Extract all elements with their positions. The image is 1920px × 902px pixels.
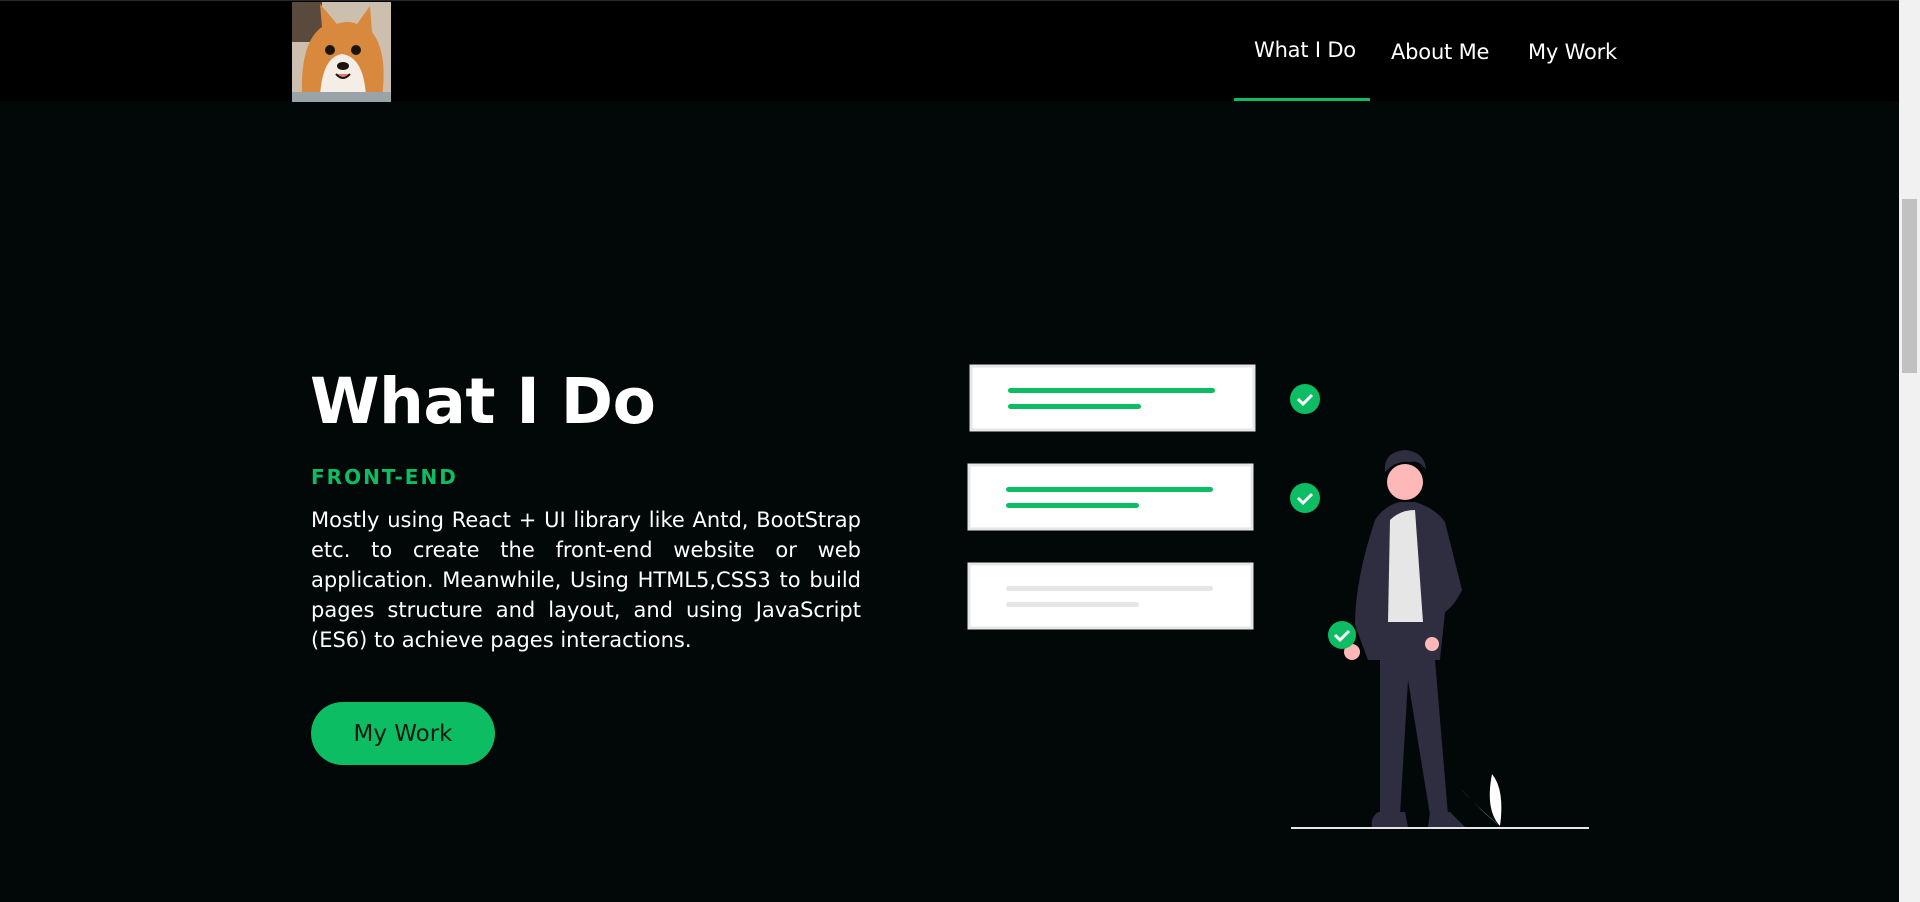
checklist-card-3: [967, 562, 1254, 630]
section-subtitle: FRONT-END: [311, 465, 458, 489]
top-navbar: What I Do About Me My Work: [0, 0, 1899, 102]
nav-what-i-do[interactable]: What I Do: [1254, 38, 1356, 62]
nav-my-work[interactable]: My Work: [1528, 40, 1617, 64]
check-circle-icon: [1290, 483, 1320, 513]
scrollbar-thumb[interactable]: [1902, 199, 1917, 373]
logo-avatar[interactable]: [292, 2, 391, 102]
ground-line: [1291, 827, 1589, 829]
shiba-avatar-icon: [292, 2, 391, 102]
page-title: What I Do: [310, 365, 656, 438]
checklist-card-2: [967, 463, 1254, 531]
person-figure: [1344, 450, 1465, 827]
check-circle-icon: [1328, 621, 1356, 649]
check-circle-icon: [1290, 384, 1320, 414]
my-work-button[interactable]: My Work: [311, 702, 495, 765]
checklist-card-1: [969, 364, 1256, 432]
checklist-person-illustration: [967, 364, 1589, 829]
nav-active-indicator: [1234, 98, 1370, 101]
leaf-icon: [1460, 774, 1502, 826]
scrollbar-track[interactable]: [1899, 0, 1920, 902]
nav-about-me[interactable]: About Me: [1391, 40, 1489, 64]
illustration: [960, 360, 1600, 844]
description-text: Mostly using React + UI library like Ant…: [311, 508, 861, 652]
